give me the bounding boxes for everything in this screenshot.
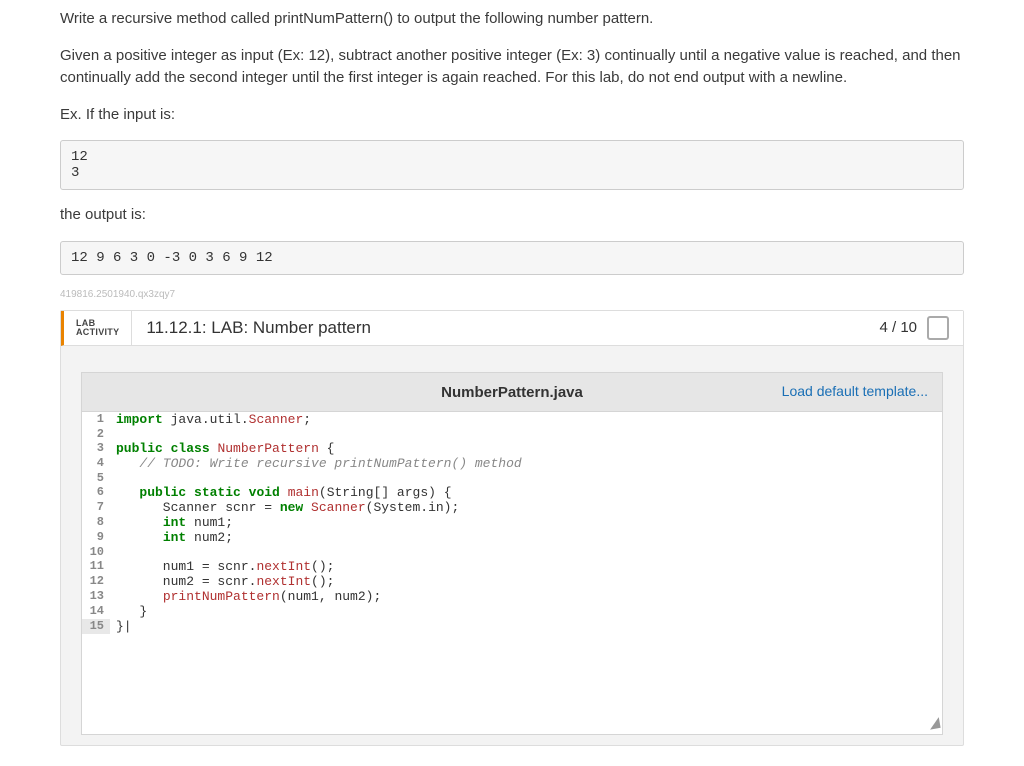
code-line: // TODO: Write recursive printNumPattern… (110, 456, 522, 471)
code-line: printNumPattern(num1, num2); (110, 589, 381, 604)
instruction-paragraph: the output is: (60, 204, 964, 227)
load-default-template-link[interactable]: Load default template... (782, 383, 928, 399)
instructions: Write a recursive method called printNum… (60, 8, 964, 275)
resize-handle-icon[interactable]: ◢ (928, 715, 942, 734)
instruction-paragraph: Given a positive integer as input (Ex: 1… (60, 45, 964, 90)
line-number: 5 (82, 471, 110, 485)
code-line (110, 427, 116, 441)
line-number: 9 (82, 530, 110, 545)
instruction-paragraph: Write a recursive method called printNum… (60, 8, 964, 31)
example-output-box: 12 9 6 3 0 -3 0 3 6 9 12 (60, 241, 964, 275)
code-line (110, 471, 116, 485)
line-number: 3 (82, 441, 110, 456)
lab-title: 11.12.1: LAB: Number pattern (132, 311, 865, 346)
line-number: 4 (82, 456, 110, 471)
score-box-icon (927, 316, 949, 340)
lab-badge-line2: ACTIVITY (76, 328, 119, 337)
instruction-paragraph: Ex. If the input is: (60, 104, 964, 127)
line-number: 13 (82, 589, 110, 604)
file-header: NumberPattern.java Load default template… (81, 372, 943, 411)
score-text: 4 / 10 (879, 319, 917, 336)
code-line: } (110, 604, 147, 619)
code-line: int num2; (110, 530, 233, 545)
line-number: 11 (82, 559, 110, 574)
line-number: 15 (82, 619, 110, 634)
line-number: 6 (82, 485, 110, 500)
code-line: num2 = scnr.nextInt(); (110, 574, 334, 589)
lab-body: NumberPattern.java Load default template… (61, 346, 963, 745)
code-line: import java.util.Scanner; (110, 412, 311, 427)
line-number: 8 (82, 515, 110, 530)
file-name: NumberPattern.java (441, 384, 583, 401)
line-number: 12 (82, 574, 110, 589)
code-editor[interactable]: 1import java.util.Scanner; 2 3public cla… (81, 411, 943, 735)
line-number: 1 (82, 412, 110, 427)
code-line: public static void main(String[] args) { (110, 485, 452, 500)
line-number: 7 (82, 500, 110, 515)
lab-score: 4 / 10 (865, 311, 963, 346)
line-number: 10 (82, 545, 110, 559)
lab-activity-card: LAB ACTIVITY 11.12.1: LAB: Number patter… (60, 310, 964, 747)
example-input-box: 12 3 (60, 140, 964, 190)
code-line: int num1; (110, 515, 233, 530)
code-line (110, 545, 116, 559)
watermark: 419816.2501940.qx3zqy7 (60, 289, 964, 300)
code-line: public class NumberPattern { (110, 441, 334, 456)
line-number: 2 (82, 427, 110, 441)
line-number: 14 (82, 604, 110, 619)
code-line: num1 = scnr.nextInt(); (110, 559, 334, 574)
lab-badge: LAB ACTIVITY (64, 311, 132, 346)
lab-header: LAB ACTIVITY 11.12.1: LAB: Number patter… (61, 311, 963, 347)
code-line: }| (110, 619, 132, 634)
code-line: Scanner scnr = new Scanner(System.in); (110, 500, 459, 515)
